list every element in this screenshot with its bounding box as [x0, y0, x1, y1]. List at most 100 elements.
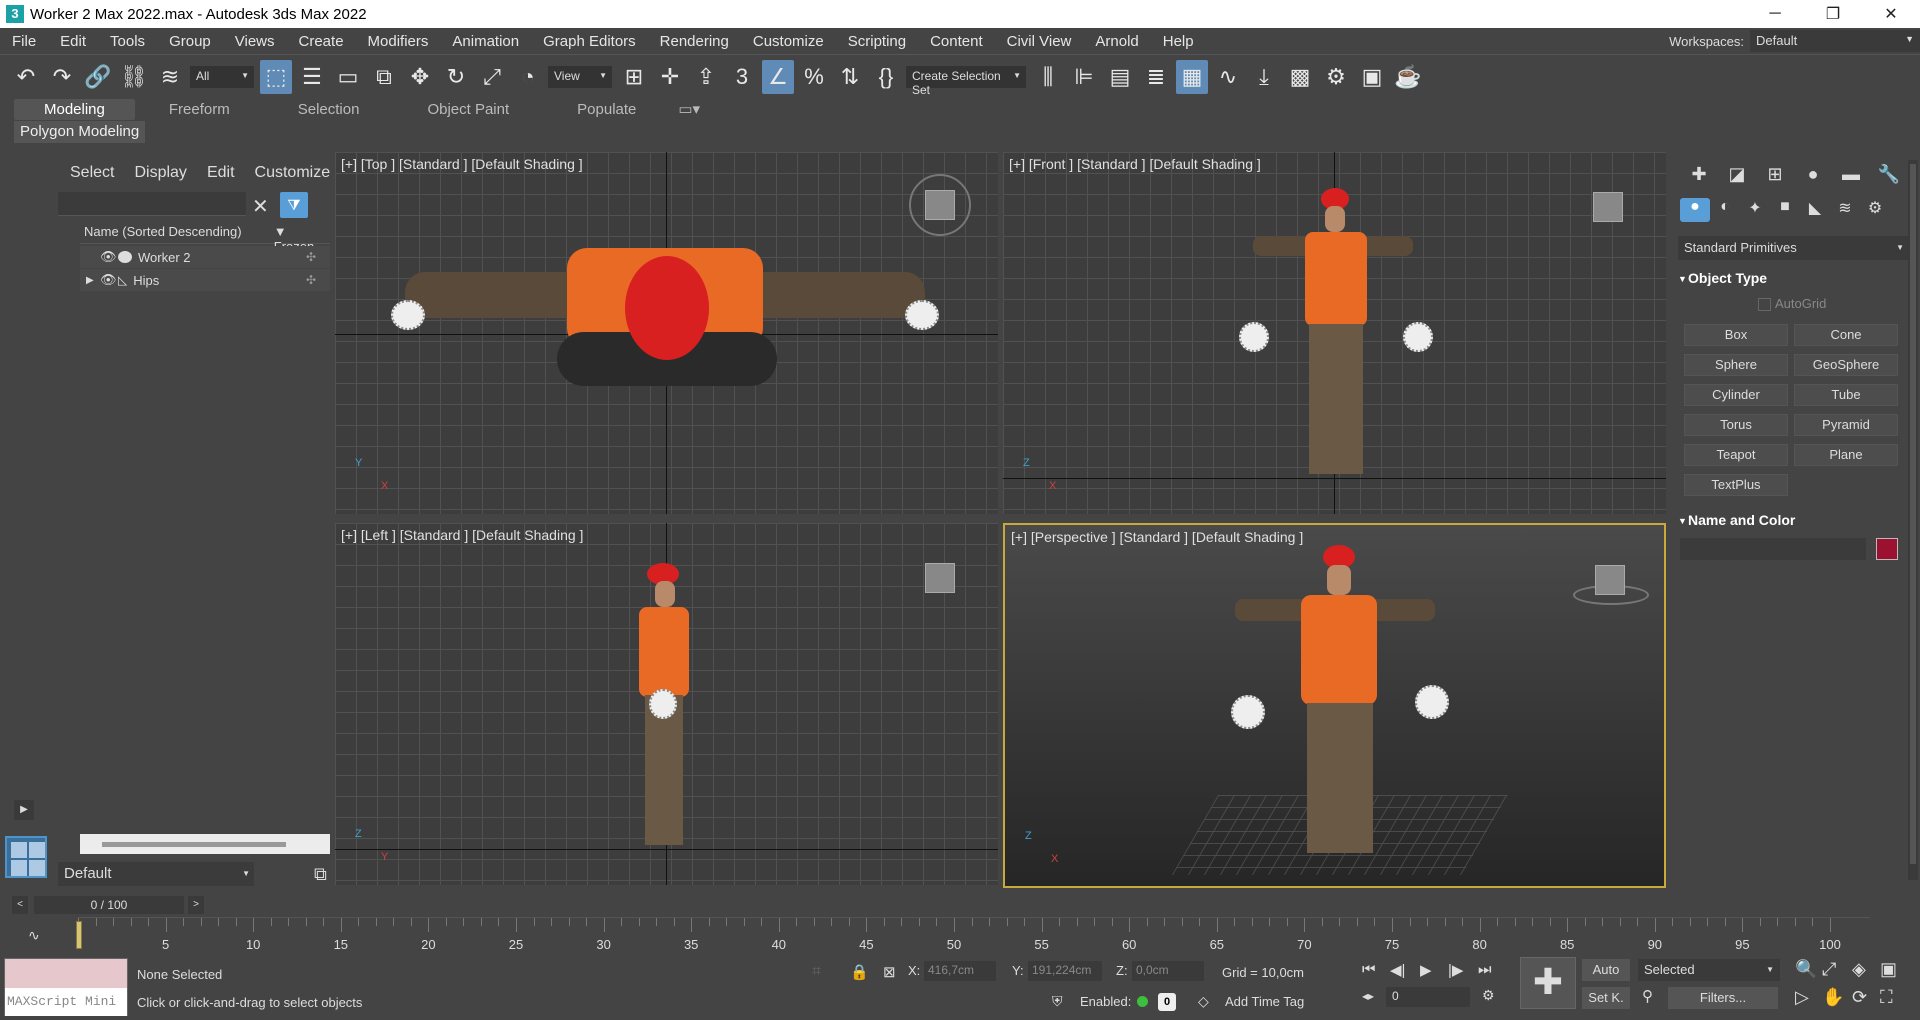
set-key-button[interactable]: Set K.: [1582, 987, 1630, 1009]
time-configuration-icon[interactable]: ⚙: [1482, 987, 1495, 1004]
time-slider-thumb[interactable]: 0 / 100: [34, 896, 184, 914]
key-mode-icon[interactable]: ⚲: [1642, 987, 1653, 1005]
time-tag-icon[interactable]: ◇: [1198, 993, 1209, 1010]
tab-modeling[interactable]: Modeling: [14, 98, 135, 120]
goto-start-icon[interactable]: ⏮: [1362, 961, 1376, 978]
menu-scripting[interactable]: Scripting: [836, 33, 918, 50]
hierarchy-tab-icon[interactable]: ⊞: [1756, 164, 1794, 190]
menu-file[interactable]: File: [0, 33, 48, 50]
curve-editor-icon[interactable]: ∿: [1212, 60, 1244, 94]
next-key-icon[interactable]: |▶: [1448, 961, 1463, 979]
maxscript-output[interactable]: [5, 959, 127, 988]
menu-views[interactable]: Views: [223, 33, 287, 50]
maxscript-listener[interactable]: MAXScript Mini: [4, 958, 128, 1016]
move-icon[interactable]: ✥: [404, 60, 436, 94]
scene-row-worker[interactable]: 👁 Worker 2 ✣: [80, 246, 330, 268]
scene-explorer-toggle-icon[interactable]: ▤: [1104, 60, 1136, 94]
expand-arrow-icon[interactable]: ▶: [14, 800, 34, 820]
column-frozen[interactable]: ▼ Frozen: [268, 224, 330, 254]
helpers-category-icon[interactable]: ◣: [1800, 198, 1830, 222]
orbit-icon[interactable]: ⟳: [1852, 987, 1867, 1008]
modify-tab-icon[interactable]: ◪: [1718, 164, 1756, 190]
utilities-tab-icon[interactable]: 🔧: [1870, 164, 1908, 190]
plane-button[interactable]: Plane: [1794, 444, 1898, 466]
zoom-extents-icon[interactable]: ◈: [1852, 959, 1866, 980]
absolute-mode-icon[interactable]: ⊠: [883, 963, 896, 981]
create-tab-icon[interactable]: ✚: [1680, 164, 1718, 190]
rendered-frame-window-icon[interactable]: ▣: [1356, 60, 1388, 94]
viewcube-perspective[interactable]: [1595, 565, 1625, 595]
undo-icon[interactable]: ↶: [10, 60, 42, 94]
viewcube-left[interactable]: [925, 563, 955, 593]
close-button[interactable]: ✕: [1862, 0, 1920, 28]
snaps-toggle-icon[interactable]: 3: [726, 60, 758, 94]
motion-tab-icon[interactable]: ●: [1794, 164, 1832, 190]
z-coordinate-input[interactable]: 0,0cm: [1132, 961, 1204, 981]
tab-object-paint[interactable]: Object Paint: [393, 101, 543, 118]
viewport-top[interactable]: [+] [Top ] [Standard ] [Default Shading …: [335, 152, 998, 514]
next-frame-icon[interactable]: >: [188, 896, 204, 914]
zoom-icon[interactable]: 🔍: [1795, 959, 1817, 980]
menu-help[interactable]: Help: [1151, 33, 1206, 50]
prev-frame-icon[interactable]: <: [12, 896, 28, 914]
display-tab-icon[interactable]: ▬: [1832, 164, 1870, 190]
zoom-extents-all-icon[interactable]: ▣: [1880, 959, 1897, 980]
viewport-left[interactable]: [+] [Left ] [Standard ] [Default Shading…: [335, 523, 998, 885]
timeline-track[interactable]: 5 10 15 20 25 30 35 40 45 50 55 60 65 70 75 80 85 90 95 100: [78, 917, 1870, 953]
named-selection-set-dropdown[interactable]: Create Selection Set: [906, 65, 1026, 97]
workspaces-dropdown[interactable]: Default: [1750, 30, 1920, 52]
time-config-arrows-icon[interactable]: ◂▸: [1362, 989, 1374, 1003]
time-tag-count[interactable]: 0: [1158, 993, 1176, 1011]
object-name-input[interactable]: [1680, 538, 1866, 560]
menu-group[interactable]: Group: [157, 33, 223, 50]
scene-column-header[interactable]: Name (Sorted Descending) ▼ Frozen: [80, 224, 330, 254]
pyramid-button[interactable]: Pyramid: [1794, 414, 1898, 436]
sphere-button[interactable]: Sphere: [1684, 354, 1788, 376]
scene-search-input[interactable]: [58, 192, 246, 216]
keyboard-shortcut-override-icon[interactable]: ⇪: [690, 60, 722, 94]
previous-key-icon[interactable]: ◀|: [1390, 961, 1405, 979]
scene-menu-display[interactable]: Display: [134, 164, 186, 182]
scene-menu-select[interactable]: Select: [70, 164, 114, 182]
select-by-name-icon[interactable]: ☰: [296, 60, 328, 94]
autogrid-checkbox[interactable]: AutoGrid: [1758, 296, 1826, 311]
systems-category-icon[interactable]: ⚙: [1860, 198, 1890, 222]
rectangular-selection-icon[interactable]: ▭: [332, 60, 364, 94]
layer-dropdown[interactable]: Default: [58, 862, 254, 886]
lights-category-icon[interactable]: ✦: [1740, 198, 1770, 222]
reference-coordinate-dropdown[interactable]: View: [548, 65, 612, 88]
viewport-front[interactable]: [+] [Front ] [Standard ] [Default Shadin…: [1003, 152, 1666, 514]
object-color-swatch[interactable]: [1876, 538, 1898, 560]
teapot-button[interactable]: Teapot: [1684, 444, 1788, 466]
viewport-perspective-label[interactable]: [+] [Perspective ] [Standard ] [Default …: [1011, 529, 1303, 545]
percent-snap-icon[interactable]: %: [798, 60, 830, 94]
spacewarps-category-icon[interactable]: ≋: [1830, 198, 1860, 222]
ribbon-options-icon[interactable]: ▭▾: [670, 100, 708, 118]
visibility-eye-icon[interactable]: 👁: [100, 272, 117, 288]
enabled-indicator-icon[interactable]: [1137, 996, 1148, 1007]
menu-rendering[interactable]: Rendering: [648, 33, 741, 50]
edit-named-selection-icon[interactable]: {}: [870, 60, 902, 94]
textplus-button[interactable]: TextPlus: [1684, 474, 1788, 496]
play-icon[interactable]: ▶: [1420, 961, 1432, 979]
mini-curve-editor-icon[interactable]: ∿: [28, 927, 40, 944]
viewport-perspective[interactable]: [+] [Perspective ] [Standard ] [Default …: [1003, 523, 1666, 888]
tube-button[interactable]: Tube: [1794, 384, 1898, 406]
rotate-icon[interactable]: ↻: [440, 60, 472, 94]
unlink-icon[interactable]: ⛓: [118, 60, 150, 94]
select-manipulate-icon[interactable]: ✛: [654, 60, 686, 94]
viewport-layout-icon[interactable]: [5, 836, 47, 878]
menu-edit[interactable]: Edit: [48, 33, 98, 50]
pan-view-icon[interactable]: ✋: [1822, 987, 1844, 1008]
viewcube-front[interactable]: [1593, 192, 1623, 222]
viewport-front-label[interactable]: [+] [Front ] [Standard ] [Default Shadin…: [1009, 156, 1261, 172]
bind-spacewarp-icon[interactable]: ≋: [154, 60, 186, 94]
viewcube-top[interactable]: [925, 190, 955, 220]
torus-button[interactable]: Torus: [1684, 414, 1788, 436]
zoom-all-icon[interactable]: ⤢: [1822, 959, 1836, 980]
selection-filter-dropdown[interactable]: All: [190, 65, 254, 88]
key-filter-selection-dropdown[interactable]: Selected: [1638, 959, 1780, 981]
column-name[interactable]: Name (Sorted Descending): [80, 224, 268, 243]
expand-caret-icon[interactable]: ▶: [86, 275, 94, 286]
menu-tools[interactable]: Tools: [98, 33, 157, 50]
